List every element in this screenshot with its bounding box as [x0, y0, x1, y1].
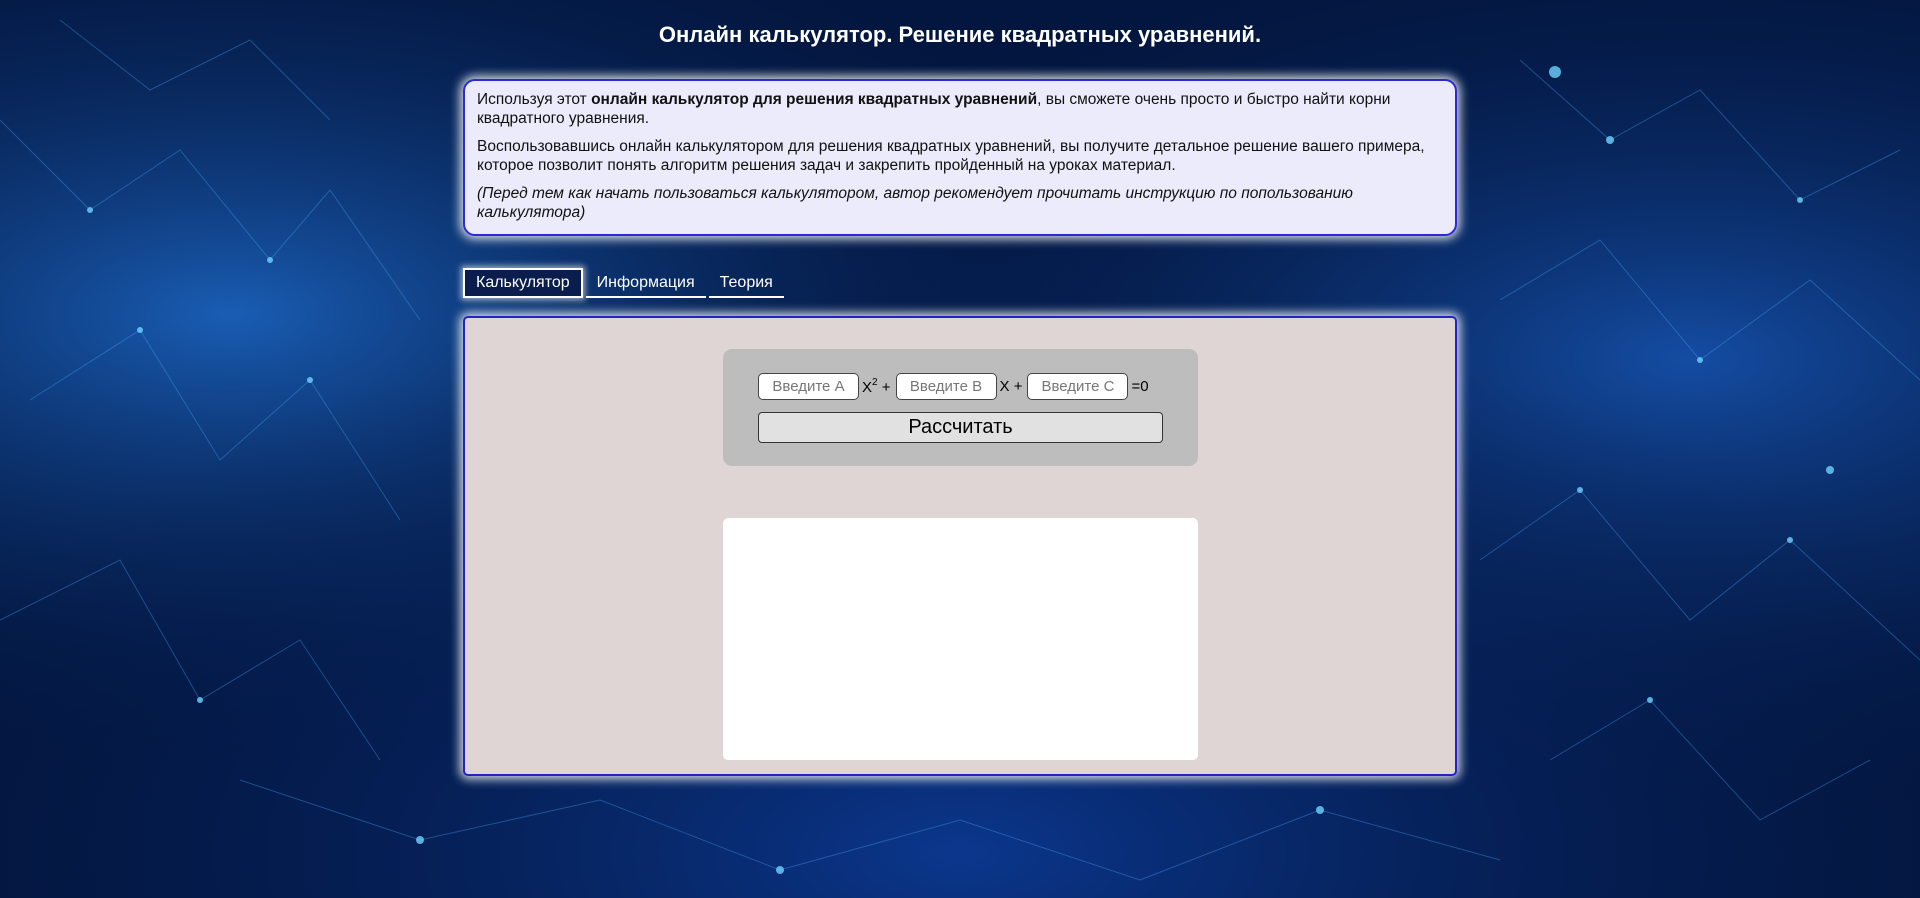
- intro-text-start: Используя этот: [477, 91, 592, 108]
- tab-calculator[interactable]: Калькулятор: [463, 268, 583, 298]
- tab-theory[interactable]: Теория: [708, 268, 784, 298]
- tab-information[interactable]: Информация: [585, 268, 706, 298]
- calculate-button[interactable]: Рассчитать: [758, 412, 1163, 443]
- result-output-area: [723, 518, 1198, 760]
- coefficient-c-input[interactable]: [1027, 373, 1129, 400]
- coefficient-a-input[interactable]: [758, 373, 859, 400]
- intro-paragraph-1: Используя этот онлайн калькулятор для ре…: [477, 90, 1443, 128]
- intro-text-bold: онлайн калькулятор для решения квадратны…: [591, 91, 1038, 108]
- x-term: X +: [999, 378, 1023, 395]
- page-title: Онлайн калькулятор. Решение квадратных у…: [658, 22, 1262, 47]
- x-squared-plus: +: [877, 379, 891, 396]
- equation-input-card: X2 + X + =0 Рассчитать: [723, 349, 1198, 466]
- intro-paragraph-3: (Перед тем как начать пользоваться кальк…: [477, 185, 1353, 221]
- equals-zero-label: =0: [1131, 378, 1149, 395]
- coefficient-b-input[interactable]: [895, 373, 997, 400]
- intro-paragraph-2: Воспользовавшись онлайн калькулятором дл…: [477, 138, 1425, 174]
- equation-row: X2 + X + =0: [758, 373, 1154, 400]
- tab-bar: Калькулятор Информация Теория: [463, 268, 787, 300]
- calculator-panel: X2 + X + =0 Рассчитать: [463, 316, 1457, 776]
- x-squared-term: X2 +: [862, 377, 891, 396]
- intro-box: Используя этот онлайн калькулятор для ре…: [463, 79, 1457, 236]
- x-squared-base: X: [862, 379, 873, 396]
